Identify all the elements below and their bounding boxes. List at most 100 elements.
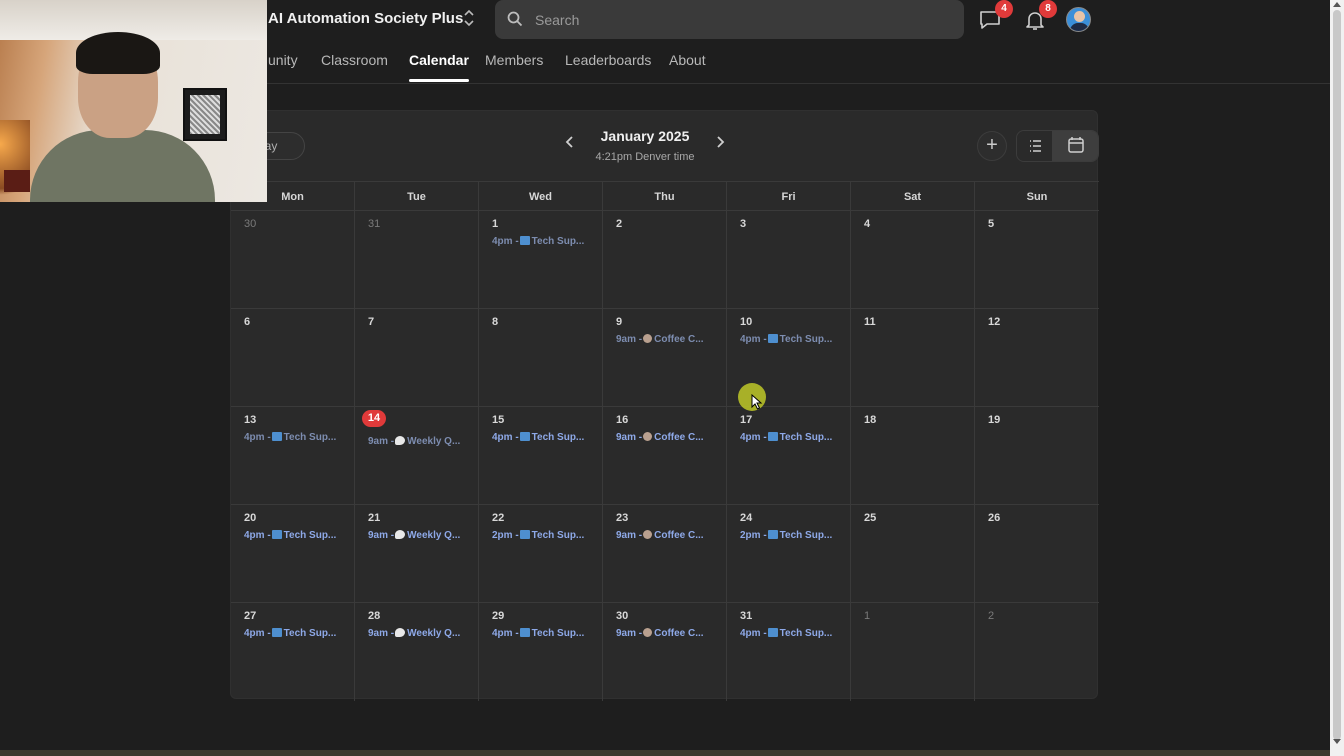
day-cell[interactable]: 15 4pm - Tech Sup... <box>479 407 603 505</box>
day-cell[interactable]: 16 9am - Coffee C... <box>603 407 727 505</box>
event-title: Tech Sup... <box>779 432 833 443</box>
calendar-event[interactable]: 4pm - Tech Sup... <box>244 432 336 443</box>
calendar-event[interactable]: 2pm - Tech Sup... <box>740 530 832 541</box>
next-month-button[interactable] <box>710 135 730 155</box>
day-cell[interactable]: 30 9am - Coffee C... <box>603 603 727 701</box>
bubble-icon <box>395 628 406 637</box>
calendar-event[interactable]: 4pm - Tech Sup... <box>244 530 336 541</box>
day-cell[interactable]: 6 <box>231 309 355 407</box>
event-time: 4pm - <box>740 334 767 345</box>
calendar-event[interactable]: 4pm - Tech Sup... <box>740 628 832 639</box>
bottom-bar <box>0 750 1330 756</box>
event-time: 9am - <box>368 530 395 541</box>
tab-about[interactable]: About <box>669 52 706 68</box>
day-cell[interactable]: 25 <box>851 505 975 603</box>
event-title: Tech Sup... <box>283 530 337 541</box>
day-cell[interactable]: 14 9am - Weekly Q... <box>355 407 479 505</box>
day-cell[interactable]: 4 <box>851 211 975 309</box>
calendar-event[interactable]: 9am - Weekly Q... <box>368 530 460 541</box>
day-cell[interactable]: 31 <box>355 211 479 309</box>
day-cell[interactable]: 5 <box>975 211 1099 309</box>
calendar-event[interactable]: 4pm - Tech Sup... <box>492 236 584 247</box>
day-cell[interactable]: 7 <box>355 309 479 407</box>
day-cell[interactable]: 29 4pm - Tech Sup... <box>479 603 603 701</box>
day-cell[interactable]: 26 <box>975 505 1099 603</box>
calendar-event[interactable]: 4pm - Tech Sup... <box>244 628 336 639</box>
chat-button[interactable]: 4 <box>978 0 1013 32</box>
day-number: 28 <box>368 610 381 622</box>
webcam-overlay <box>0 0 267 202</box>
event-time: 9am - <box>616 432 643 443</box>
calendar-event[interactable]: 9am - Coffee C... <box>616 334 704 345</box>
list-view-button[interactable] <box>1017 131 1052 161</box>
day-cell[interactable]: 21 9am - Weekly Q... <box>355 505 479 603</box>
day-number: 1 <box>492 218 499 230</box>
day-cell[interactable]: 9 9am - Coffee C... <box>603 309 727 407</box>
calendar-event[interactable]: 9am - Weekly Q... <box>368 628 460 639</box>
laptop-icon <box>767 432 778 441</box>
day-cell[interactable]: 8 <box>479 309 603 407</box>
calendar-event[interactable]: 9am - Weekly Q... <box>368 436 460 447</box>
calendar-event[interactable]: 4pm - Tech Sup... <box>740 432 832 443</box>
scroll-down-icon[interactable] <box>1333 739 1341 744</box>
event-title: Coffee C... <box>654 432 704 443</box>
day-cell[interactable]: 30 <box>231 211 355 309</box>
day-cell[interactable]: 28 9am - Weekly Q... <box>355 603 479 701</box>
event-time: 9am - <box>616 628 643 639</box>
calendar-event[interactable]: 4pm - Tech Sup... <box>740 334 832 345</box>
coffee-icon <box>643 432 653 441</box>
bubble-icon <box>395 530 406 539</box>
search-input[interactable] <box>535 0 935 39</box>
day-cell[interactable]: 2 <box>603 211 727 309</box>
day-cell[interactable]: 3 <box>727 211 851 309</box>
day-number: 26 <box>988 512 1001 524</box>
page-scrollbar[interactable] <box>1330 0 1344 756</box>
tab-classroom[interactable]: Classroom <box>321 52 388 68</box>
day-cell[interactable]: 1 <box>851 603 975 701</box>
day-cell[interactable]: 31 4pm - Tech Sup... <box>727 603 851 701</box>
day-cell[interactable]: 1 4pm - Tech Sup... <box>479 211 603 309</box>
tab-community[interactable]: unity <box>268 52 298 68</box>
day-cell[interactable]: 27 4pm - Tech Sup... <box>231 603 355 701</box>
group-name[interactable]: AI Automation Society Plus <box>268 10 463 27</box>
calendar-event[interactable]: 9am - Coffee C... <box>616 628 704 639</box>
add-event-button[interactable]: + <box>977 131 1007 161</box>
calendar-event[interactable]: 4pm - Tech Sup... <box>492 432 584 443</box>
day-cell[interactable]: 11 <box>851 309 975 407</box>
calendar-event[interactable]: 4pm - Tech Sup... <box>492 628 584 639</box>
event-title: Weekly Q... <box>407 530 461 541</box>
day-cell[interactable]: 23 9am - Coffee C... <box>603 505 727 603</box>
notifications-button[interactable]: 8 <box>1023 0 1057 32</box>
day-cell[interactable]: 24 2pm - Tech Sup... <box>727 505 851 603</box>
tab-members[interactable]: Members <box>485 52 543 68</box>
day-number: 4 <box>864 218 871 230</box>
event-time: 4pm - <box>492 628 519 639</box>
calendar-event[interactable]: 9am - Coffee C... <box>616 432 704 443</box>
tab-leaderboards[interactable]: Leaderboards <box>565 52 651 68</box>
day-number: 13 <box>244 414 257 426</box>
laptop-icon <box>767 628 778 637</box>
weekday-label: Tue <box>355 182 479 212</box>
day-number: 6 <box>244 316 251 328</box>
day-number: 9 <box>616 316 623 328</box>
calendar-event[interactable]: 2pm - Tech Sup... <box>492 530 584 541</box>
day-cell[interactable]: 22 2pm - Tech Sup... <box>479 505 603 603</box>
day-cell[interactable]: 18 <box>851 407 975 505</box>
day-cell[interactable]: 20 4pm - Tech Sup... <box>231 505 355 603</box>
calendar-event[interactable]: 9am - Coffee C... <box>616 530 704 541</box>
calendar-view-button[interactable] <box>1052 131 1098 161</box>
day-cell[interactable]: 19 <box>975 407 1099 505</box>
tab-calendar[interactable]: Calendar <box>409 52 469 82</box>
day-cell[interactable]: 2 <box>975 603 1099 701</box>
event-title: Tech Sup... <box>779 334 833 345</box>
day-cell[interactable]: 13 4pm - Tech Sup... <box>231 407 355 505</box>
scroll-up-icon[interactable] <box>1333 2 1341 7</box>
day-cell[interactable]: 17 4pm - Tech Sup... <box>727 407 851 505</box>
scrollbar-thumb[interactable] <box>1333 10 1341 740</box>
group-switcher-icon[interactable] <box>460 8 478 30</box>
day-cell[interactable]: 12 <box>975 309 1099 407</box>
event-title: Weekly Q... <box>407 628 461 639</box>
avatar[interactable] <box>1066 7 1091 32</box>
search-bar[interactable] <box>495 0 964 39</box>
laptop-icon <box>767 334 778 343</box>
